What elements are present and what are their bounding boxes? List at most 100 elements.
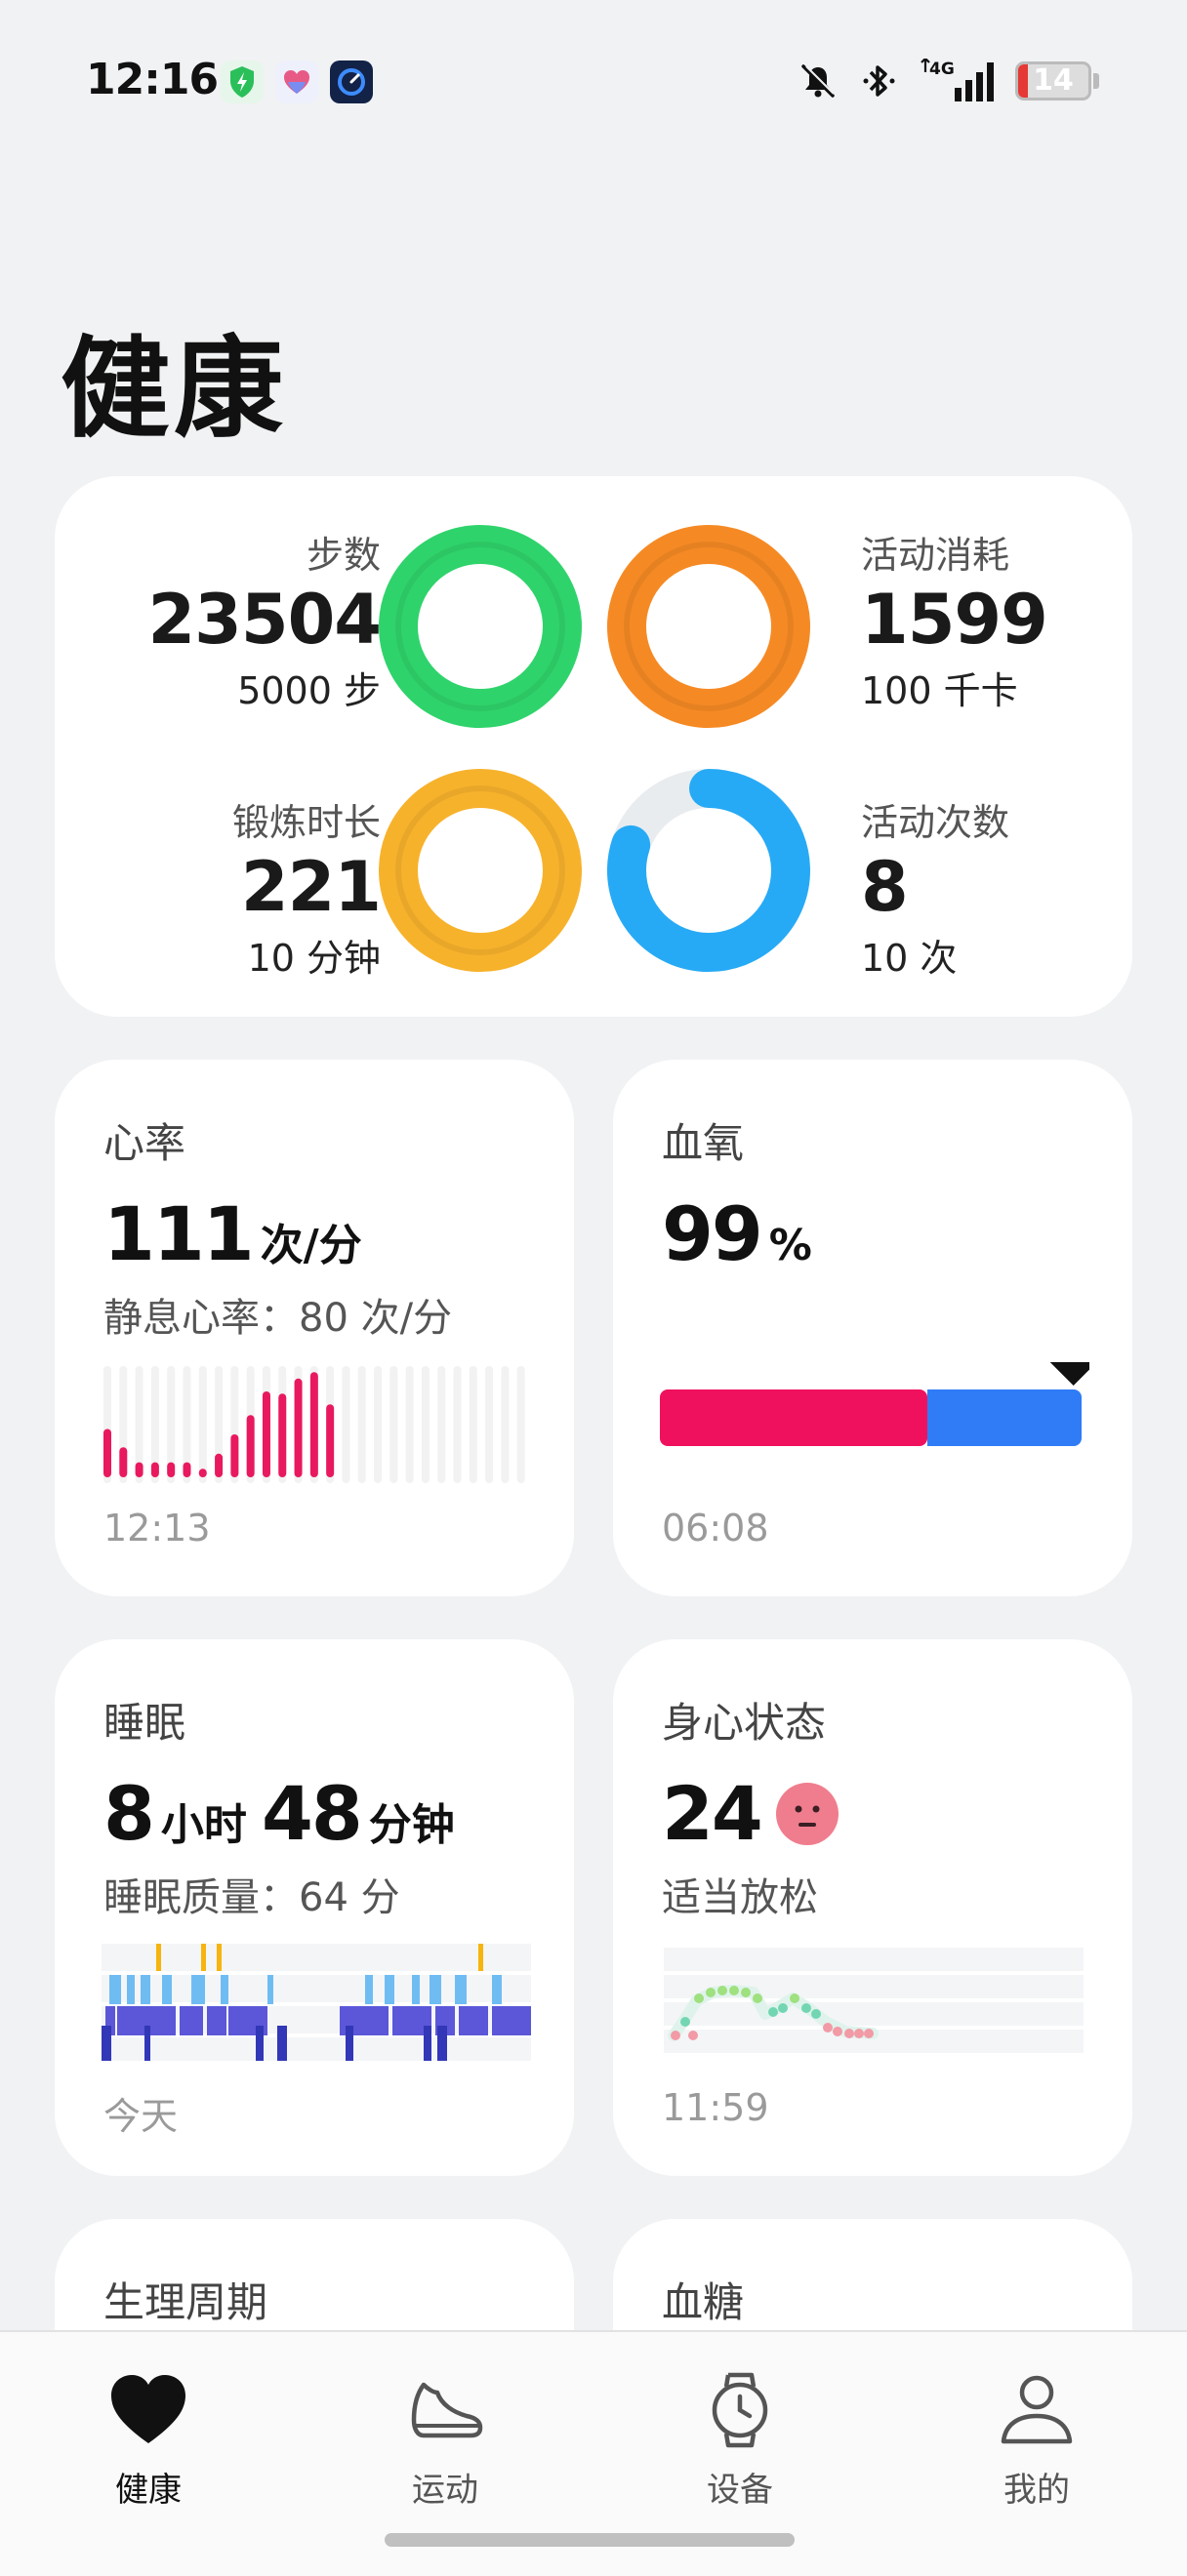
nav-device-label: 设备 (707, 2471, 773, 2510)
activity-rings-card[interactable]: 步数 23504 5000 步 锻炼时长 221 10 分钟 活动消耗 1599… (55, 476, 1132, 1017)
heart-rate-slot (198, 1366, 207, 1483)
exercise-label: 锻炼时长 (231, 801, 381, 844)
heart-rate-bar (309, 1372, 318, 1477)
status-bar: 12:16 4G 14 (0, 0, 1187, 166)
steps-label: 步数 (306, 534, 381, 577)
sleep-title: 睡眠 (103, 1699, 186, 1747)
heart-rate-title: 心率 (103, 1119, 186, 1167)
heart-rate-slot (421, 1366, 430, 1483)
heart-rate-slot (485, 1366, 494, 1483)
sleep-minutes-unit: 分钟 (368, 1800, 455, 1850)
sleep-hours: 8 (103, 1770, 155, 1857)
mute-icon (801, 64, 835, 98)
nav-health[interactable]: 健康 (51, 2371, 246, 2511)
shield-bolt-icon (221, 60, 264, 103)
heart-rate-bar (230, 1434, 239, 1477)
heart-rate-time: 12:13 (103, 1507, 211, 1550)
blood-oxygen-title: 血氧 (662, 1119, 745, 1167)
heart-rate-slot (453, 1366, 462, 1483)
nav-device[interactable]: 设备 (642, 2371, 838, 2511)
neutral-face-icon (775, 1782, 839, 1845)
heart-rate-bar (278, 1393, 287, 1477)
sleep-quality: 睡眠质量：64 分 (103, 1875, 400, 1920)
mind-state-value-row: 24 (662, 1770, 839, 1857)
calories-stat: 活动消耗 1599 100 千卡 (861, 525, 1154, 714)
exercise-stat: 锻炼时长 221 10 分钟 (88, 792, 382, 982)
sleep-card[interactable]: 睡眠 8 小时 48 分钟 睡眠质量：64 分 今天 (55, 1639, 574, 2176)
heart-rate-slot (501, 1366, 510, 1483)
exercise-value: 221 (240, 847, 382, 927)
sessions-stat: 活动次数 8 10 次 (861, 792, 1154, 982)
calories-goal: 100 千卡 (861, 669, 1018, 712)
nav-me-label: 我的 (1003, 2471, 1070, 2510)
heart-icon (111, 2375, 185, 2443)
mind-state-time: 11:59 (662, 2086, 769, 2129)
heart-rate-bar (183, 1462, 191, 1477)
sleep-hours-unit: 小时 (160, 1800, 247, 1850)
heart-rate-card[interactable]: 心率 111 次/分 静息心率：80 次/分 12:13 (55, 1060, 574, 1596)
person-icon (1001, 2375, 1073, 2444)
blood-oxygen-bar (660, 1362, 1089, 1446)
heart-rate-value: 111 (103, 1190, 255, 1277)
heart-rate-bar (150, 1462, 159, 1477)
running-shoe-icon (411, 2382, 483, 2438)
steps-stat: 步数 23504 5000 步 (88, 525, 382, 714)
oxygen-marker (1049, 1362, 1089, 1386)
oxygen-normal-segment (927, 1389, 1082, 1446)
heart-rate-slot (374, 1366, 383, 1483)
sleep-time: 今天 (103, 2095, 179, 2138)
calories-ring (607, 525, 810, 728)
battery-icon: 14 (1015, 61, 1091, 101)
stress-chart (664, 1948, 1084, 2053)
heart-rate-bar (262, 1391, 270, 1477)
resting-heart-rate: 静息心率：80 次/分 (103, 1296, 453, 1341)
mind-state-status: 适当放松 (662, 1875, 818, 1920)
heart-rate-value-row: 111 次/分 (103, 1190, 362, 1277)
sessions-goal: 10 次 (861, 937, 958, 980)
heart-rate-unit: 次/分 (260, 1221, 362, 1270)
exercise-ring (379, 769, 582, 972)
heart-rate-bar (135, 1462, 143, 1477)
heart-app-icon (275, 60, 318, 103)
heart-rate-bar (246, 1415, 255, 1477)
blood-oxygen-unit: % (768, 1221, 812, 1270)
nav-sport-label: 运动 (412, 2471, 478, 2510)
heart-rate-chart (103, 1366, 525, 1483)
heart-rate-bar (119, 1447, 128, 1477)
sleep-stage-chart (102, 1944, 531, 2061)
heart-rate-bar (167, 1462, 176, 1477)
calories-label: 活动消耗 (861, 534, 1010, 577)
network-type: 4G (929, 60, 955, 79)
heart-rate-slot (357, 1366, 366, 1483)
blood-oxygen-card[interactable]: 血氧 99% 06:08 (613, 1060, 1132, 1596)
nav-health-label: 健康 (115, 2471, 182, 2510)
home-indicator[interactable] (385, 2533, 795, 2547)
blood-oxygen-value: 99 (662, 1190, 763, 1277)
heart-rate-slot (342, 1366, 350, 1483)
sleep-value-row: 8 小时 48 分钟 (103, 1770, 455, 1857)
battery-level: 14 (1033, 63, 1074, 98)
steps-goal: 5000 步 (237, 669, 381, 712)
heart-rate-slot (389, 1366, 398, 1483)
nav-me[interactable]: 我的 (939, 2371, 1134, 2511)
blood-oxygen-value-row: 99% (662, 1190, 812, 1277)
heart-rate-slot (469, 1366, 477, 1483)
heart-rate-bar (103, 1429, 111, 1477)
steps-ring (379, 525, 582, 728)
sessions-ring (607, 769, 810, 972)
sleep-minutes: 48 (261, 1770, 363, 1857)
nav-sport[interactable]: 运动 (348, 2371, 543, 2511)
sessions-label: 活动次数 (861, 801, 1010, 844)
battery-tip (1093, 73, 1099, 89)
heart-rate-slot (405, 1366, 414, 1483)
calories-value: 1599 (861, 580, 1048, 660)
heart-rate-bar (198, 1469, 207, 1477)
sessions-value: 8 (861, 847, 909, 927)
status-icons: 4G 14 (798, 59, 1099, 103)
mind-state-card[interactable]: 身心状态 24 适当放松 11:59 (613, 1639, 1132, 2176)
clock-app-icon (330, 60, 373, 103)
mind-state-title: 身心状态 (662, 1699, 827, 1747)
exercise-goal: 10 分钟 (247, 937, 381, 980)
heart-rate-bar (215, 1453, 224, 1477)
watch-icon (712, 2372, 768, 2448)
